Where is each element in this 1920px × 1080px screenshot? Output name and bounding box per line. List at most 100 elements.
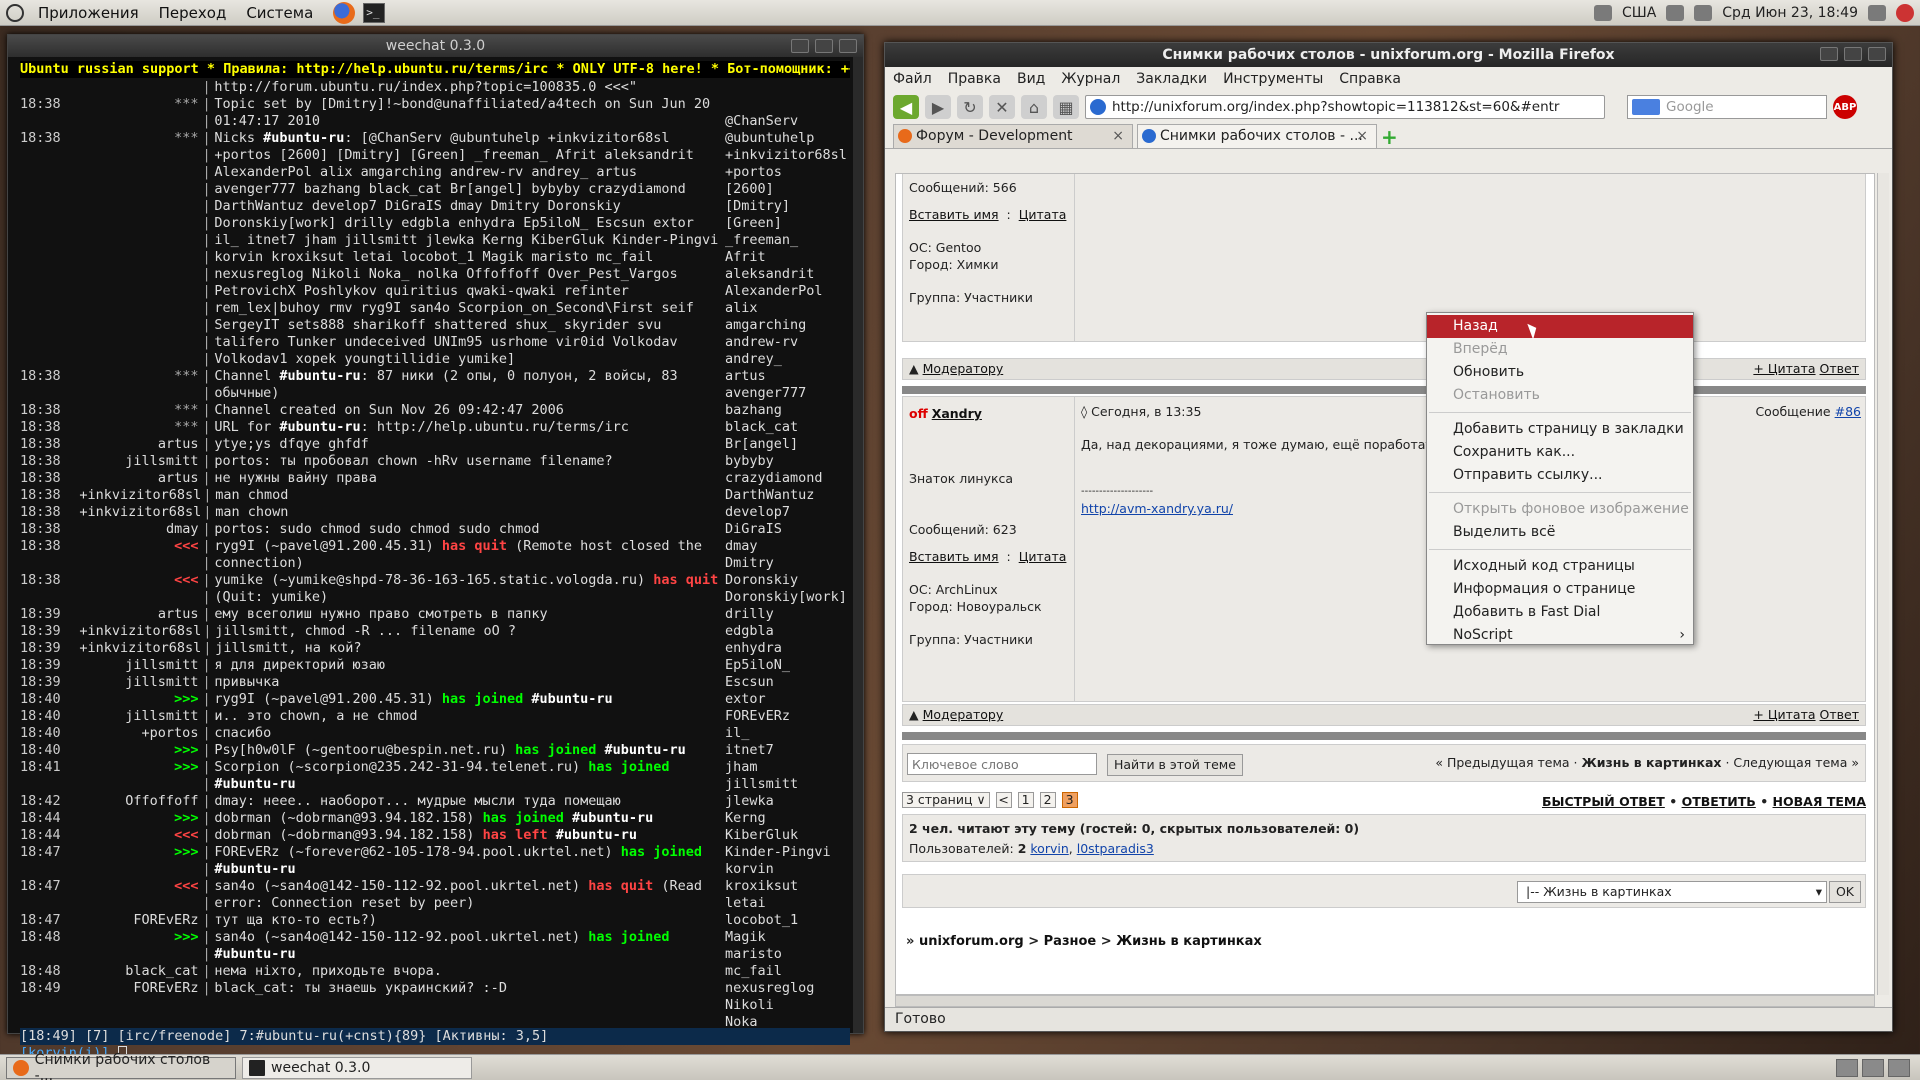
breadcrumb-topic[interactable]: Жизнь в картинках (1116, 934, 1262, 949)
reply-link[interactable]: ОТВЕТИТЬ (1682, 794, 1756, 809)
nick-item[interactable]: Afrit (725, 249, 855, 266)
network-icon[interactable] (1593, 4, 1612, 21)
page-1[interactable]: 1 (1017, 792, 1034, 808)
menu-system[interactable]: Система (236, 4, 323, 22)
report-moderator-link[interactable]: Модератору (923, 361, 1004, 376)
nick-item[interactable]: amgarching (725, 317, 855, 334)
new-tab-button[interactable]: + (1381, 127, 1401, 148)
minimize-button[interactable] (1820, 47, 1838, 61)
new-topic-link[interactable]: НОВАЯ ТЕМА (1773, 794, 1866, 809)
clock[interactable]: Срд Июн 23, 18:49 (1722, 5, 1858, 21)
tab-screenshots[interactable]: Снимки рабочих столов - ... × (1137, 124, 1377, 148)
tab-close-icon[interactable]: × (1112, 125, 1124, 147)
nick-item[interactable]: crazydiamond (725, 470, 855, 487)
reload-button[interactable]: ↻ (957, 95, 983, 119)
nick-item[interactable]: extor (725, 691, 855, 708)
url-bar[interactable]: http://unixforum.org/index.php?showtopic… (1085, 95, 1605, 119)
context-menu-item[interactable]: Обновить (1427, 361, 1693, 384)
reply-button[interactable]: Ответ (1820, 707, 1859, 722)
nick-item[interactable]: @ChanServ (725, 113, 855, 130)
context-menu-item[interactable]: NoScript › (1427, 624, 1693, 647)
page-horizontal-scrollbar[interactable] (895, 995, 1875, 1007)
nick-item[interactable]: Doronskiy[work] (725, 589, 855, 606)
nick-item[interactable]: itnet7 (725, 742, 855, 759)
menu-places[interactable]: Переход (149, 4, 237, 22)
volume-icon[interactable] (1666, 4, 1685, 21)
search-input[interactable]: Google (1627, 95, 1827, 119)
user-link-korvin[interactable]: korvin (1030, 841, 1068, 856)
nick-item[interactable]: DiGraIS (725, 521, 855, 538)
nick-item[interactable]: il_ (725, 725, 855, 742)
nick-item[interactable]: Nikoli (725, 997, 855, 1014)
adblock-icon[interactable]: ABP (1833, 95, 1857, 119)
nick-item[interactable]: mc_fail (725, 963, 855, 980)
maximize-button[interactable] (815, 39, 833, 53)
ubuntu-logo-icon[interactable] (6, 3, 24, 22)
nick-item[interactable]: [Dmitry] (725, 198, 855, 215)
nick-item[interactable]: Kerng (725, 810, 855, 827)
tab-forum-development[interactable]: Форум - Development × (893, 124, 1133, 148)
nick-item[interactable]: maristo (725, 946, 855, 963)
context-menu-item[interactable]: Исходный код страницы (1427, 555, 1693, 578)
tab-close-icon[interactable]: × (1356, 125, 1368, 147)
nick-item[interactable]: jlewka (725, 793, 855, 810)
nick-item[interactable]: FOREvERz (725, 708, 855, 725)
nick-item[interactable]: Ep5iloN_ (725, 657, 855, 674)
breadcrumb-home[interactable]: unixforum.org (919, 934, 1024, 949)
terminal-launcher-icon[interactable]: >_ (363, 2, 386, 23)
context-menu-item[interactable]: Информация о странице (1427, 578, 1693, 601)
report-moderator-link[interactable]: Модератору (923, 707, 1004, 722)
nick-item[interactable]: bazhang (725, 402, 855, 419)
nick-item[interactable]: Dmitry (725, 555, 855, 572)
quote-button[interactable]: + Цитата (1753, 361, 1815, 376)
context-menu-item[interactable]: Отправить ссылку... (1427, 464, 1693, 487)
speed-dial-icon[interactable]: ▦ (1053, 95, 1079, 119)
maximize-button[interactable] (1844, 47, 1862, 61)
firefox-titlebar[interactable]: Снимки рабочих столов - unixforum.org - … (885, 43, 1892, 67)
prev-topic-link[interactable]: « Предыдущая тема (1435, 755, 1569, 770)
quote-link[interactable]: Цитата (1019, 549, 1067, 564)
power-icon[interactable] (1896, 3, 1914, 22)
close-button[interactable] (1868, 47, 1886, 61)
keyboard-layout[interactable]: США (1622, 5, 1656, 21)
context-menu-item[interactable]: Сохранить как... (1427, 441, 1693, 464)
menu-history[interactable]: Журнал (1061, 71, 1120, 87)
nick-item[interactable]: avenger777 (725, 385, 855, 402)
fast-reply-link[interactable]: БЫСТРЫЙ ОТВЕТ (1542, 794, 1665, 809)
taskbar-weechat[interactable]: weechat 0.3.0 (242, 1056, 472, 1079)
context-menu-item[interactable]: Добавить в Fast Dial (1427, 601, 1693, 624)
taskbar-firefox[interactable]: Снимки рабочих столов -... (6, 1052, 236, 1080)
nick-item[interactable]: +inkvizitor68sl (725, 147, 855, 164)
nick-item[interactable]: dmay (725, 538, 855, 555)
context-menu-item[interactable]: Назад (1427, 315, 1693, 338)
nick-item[interactable]: artus (725, 368, 855, 385)
next-topic-link[interactable]: Следующая тема » (1733, 755, 1859, 770)
nick-item[interactable]: develop7 (725, 504, 855, 521)
nick-item[interactable]: Kinder-Pingvi (725, 844, 855, 861)
trash-icon[interactable] (1888, 1058, 1910, 1077)
page-vertical-scrollbar[interactable] (1877, 173, 1889, 995)
context-menu-item[interactable]: Выделить всё (1427, 521, 1693, 544)
nick-item[interactable]: andrey_ (725, 351, 855, 368)
quote-button[interactable]: + Цитата (1753, 707, 1815, 722)
prev-page-button[interactable]: < (995, 792, 1012, 808)
nick-item[interactable]: [Green] (725, 215, 855, 232)
nick-item[interactable]: Escsun (725, 674, 855, 691)
nick-item[interactable]: nexusreglog (725, 980, 855, 997)
home-button[interactable]: ⌂ (1021, 95, 1047, 119)
back-button[interactable]: ◀ (893, 95, 919, 119)
nick-item[interactable]: aleksandrit (725, 266, 855, 283)
nick-item[interactable]: Doronskiy (725, 572, 855, 589)
google-engine-icon[interactable] (1632, 99, 1660, 115)
nick-item[interactable]: +portos (725, 164, 855, 181)
forum-jump-select[interactable]: |-- Жизнь в картинках ▾ (1517, 881, 1827, 903)
topic-search-input[interactable] (907, 753, 1097, 775)
nick-item[interactable]: korvin (725, 861, 855, 878)
close-button[interactable] (839, 39, 857, 53)
nick-item[interactable]: locobot_1 (725, 912, 855, 929)
nick-item[interactable]: Magik (725, 929, 855, 946)
nick-item[interactable]: Br[angel] (725, 436, 855, 453)
nick-item[interactable]: KiberGluk (725, 827, 855, 844)
nick-item[interactable]: @ubuntuhelp (725, 130, 855, 147)
breadcrumb-misc[interactable]: Разное (1044, 934, 1097, 949)
